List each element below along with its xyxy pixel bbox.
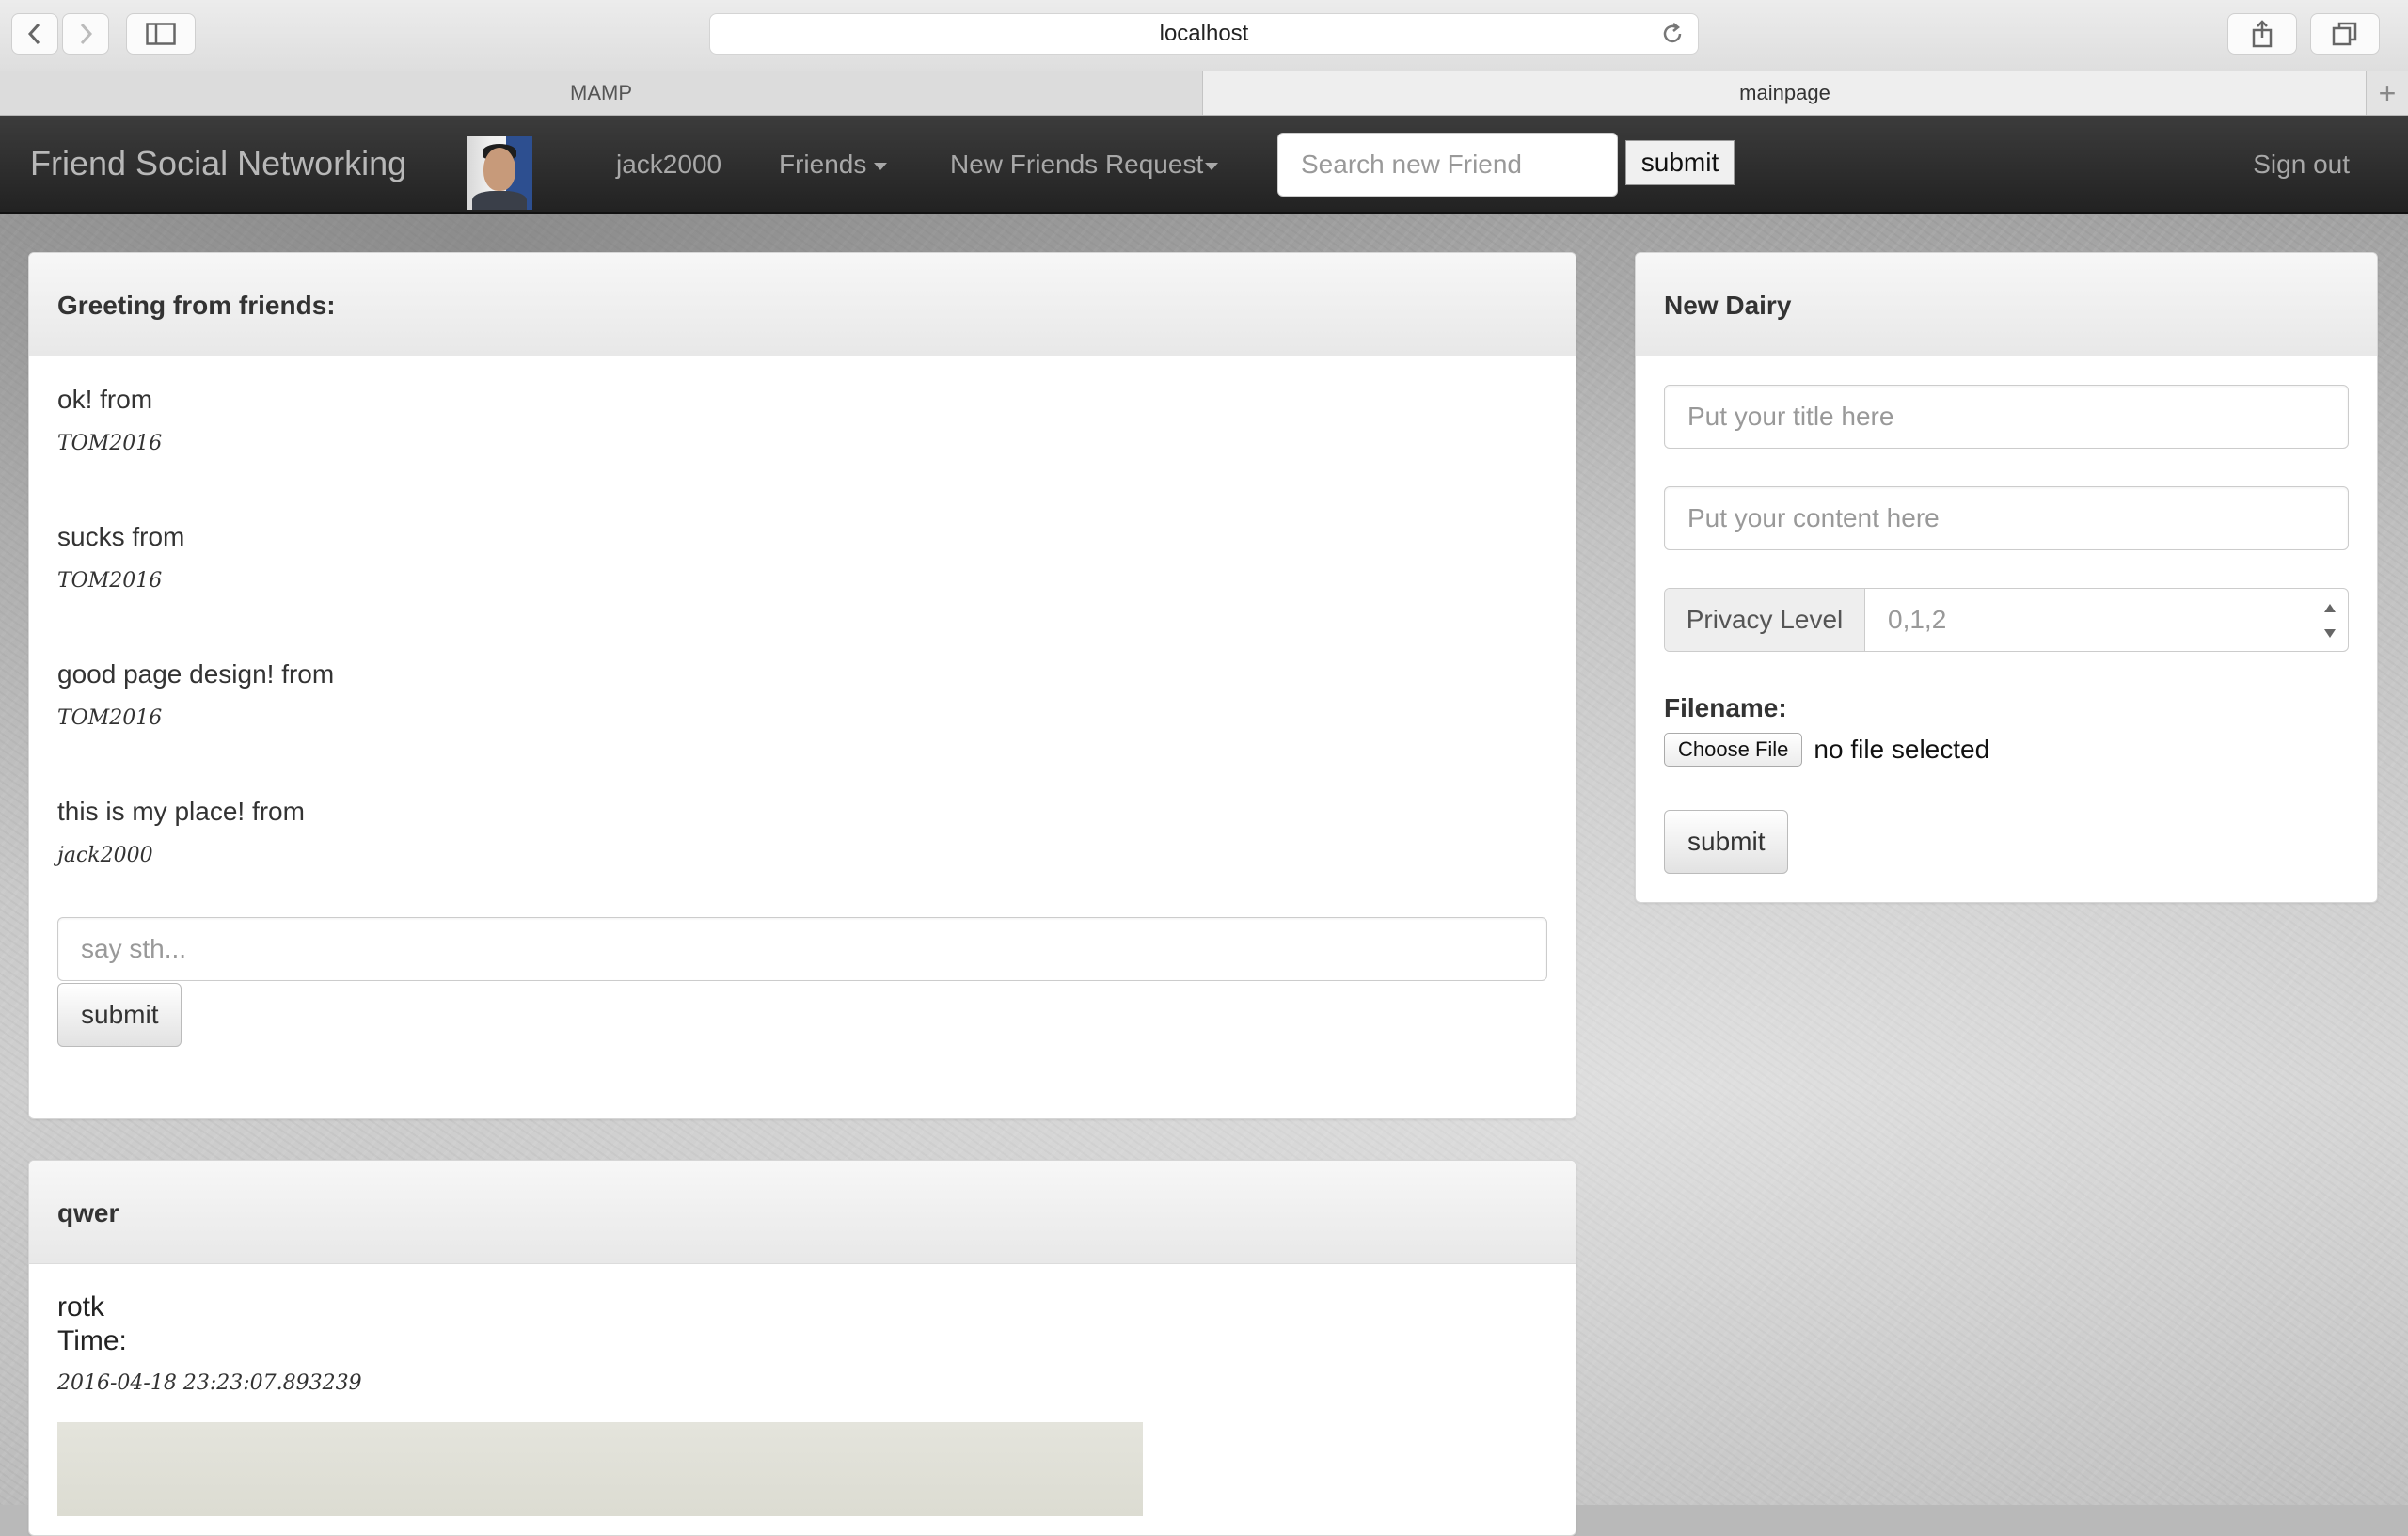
- greeting-text: sucks from: [57, 522, 185, 551]
- search-friend-input[interactable]: Search new Friend: [1277, 133, 1618, 197]
- caret-down-icon: [1205, 162, 1219, 170]
- privacy-level-label: Privacy Level: [1665, 589, 1865, 651]
- sidebar-toggle-button[interactable]: [126, 13, 196, 55]
- filename-label: Filename:: [1664, 693, 1787, 722]
- greeting-text: this is my place! from: [57, 797, 305, 826]
- browser-toolbar: localhost: [0, 0, 2408, 72]
- diary-content-input[interactable]: Put your content here: [1664, 486, 2349, 550]
- diary-submit-button[interactable]: submit: [1664, 810, 1789, 874]
- tab-mamp[interactable]: MAMP: [0, 71, 1202, 115]
- greeting-item: this is my place! from jack2000: [57, 797, 1547, 917]
- site-navbar: Friend Social Networking jack2000 Friend…: [0, 116, 2408, 214]
- share-button[interactable]: [2227, 13, 2297, 55]
- number-stepper-icon[interactable]: [2321, 604, 2338, 638]
- page-content: Friend Social Networking jack2000 Friend…: [0, 116, 2408, 1536]
- diary-timestamp: 2016-04-18 23:23:07.893239: [57, 1371, 362, 1395]
- diary-entry-title: rotk: [57, 1291, 105, 1322]
- friends-label: Friends: [779, 150, 867, 179]
- privacy-level-placeholder: 0,1,2: [1888, 605, 1947, 634]
- greeting-message-input[interactable]: say sth...: [57, 917, 1547, 981]
- chevron-right-icon: [80, 23, 93, 45]
- share-icon: [2252, 20, 2273, 48]
- tab-label: MAMP: [570, 81, 632, 104]
- plus-icon: +: [2378, 75, 2397, 110]
- file-input: Choose File no file selected: [1664, 733, 2349, 767]
- sign-out-link[interactable]: Sign out: [2253, 150, 2350, 180]
- greeting-item: ok! from TOM2016: [57, 385, 1547, 522]
- tabs-overview-button[interactable]: [2310, 13, 2380, 55]
- tabs-icon: [2332, 22, 2357, 46]
- new-diary-panel: New Dairy Put your title here Put your c…: [1635, 252, 2378, 903]
- reload-icon[interactable]: [1660, 22, 1685, 53]
- chevron-left-icon: [27, 23, 40, 45]
- username-link[interactable]: jack2000: [616, 150, 721, 180]
- tab-mainpage[interactable]: mainpage: [1202, 71, 2367, 115]
- sidebar-icon: [146, 23, 176, 45]
- greeting-submit-button[interactable]: submit: [57, 983, 182, 1047]
- new-tab-button[interactable]: +: [2366, 71, 2408, 115]
- avatar[interactable]: [467, 136, 532, 210]
- diary-image: [57, 1422, 1143, 1516]
- diary-title-input[interactable]: Put your title here: [1664, 385, 2349, 449]
- diary-time-label: Time:: [57, 1325, 127, 1356]
- greeting-author: TOM2016: [57, 569, 163, 593]
- address-bar[interactable]: localhost: [709, 13, 1699, 55]
- brand-link[interactable]: Friend Social Networking: [30, 144, 406, 183]
- diary-entry-panel: qwer rotk Time: 2016-04-18 23:23:07.8932…: [28, 1160, 1576, 1536]
- greeting-item: sucks from TOM2016: [57, 522, 1547, 659]
- forward-button[interactable]: [62, 13, 109, 55]
- privacy-level-group: Privacy Level 0,1,2: [1664, 588, 2349, 652]
- back-button[interactable]: [11, 13, 58, 55]
- greeting-heading: Greeting from friends:: [29, 253, 1576, 356]
- greeting-panel: Greeting from friends: ok! from TOM2016 …: [28, 252, 1576, 1119]
- tab-label: mainpage: [1739, 81, 1830, 104]
- greeting-text: ok! from: [57, 385, 153, 414]
- tab-bar: MAMP mainpage +: [0, 71, 2408, 116]
- greeting-author: TOM2016: [57, 706, 163, 730]
- privacy-level-input[interactable]: 0,1,2: [1865, 589, 2348, 651]
- greeting-author: TOM2016: [57, 432, 163, 455]
- diary-entry-heading: qwer: [29, 1161, 1576, 1264]
- url-text: localhost: [1159, 21, 1249, 46]
- friend-requests-dropdown[interactable]: New Friends Request: [950, 150, 1219, 180]
- file-status: no file selected: [1814, 735, 1990, 764]
- choose-file-button[interactable]: Choose File: [1664, 733, 1803, 767]
- new-diary-heading: New Dairy: [1636, 253, 2377, 356]
- friends-dropdown[interactable]: Friends: [779, 150, 888, 180]
- greeting-author: jack2000: [57, 844, 153, 867]
- caret-down-icon: [874, 162, 888, 170]
- greeting-text: good page design! from: [57, 659, 335, 689]
- greeting-item: good page design! from TOM2016: [57, 659, 1547, 797]
- requests-label: New Friends Request: [950, 150, 1204, 179]
- search-submit-button[interactable]: submit: [1625, 140, 1735, 185]
